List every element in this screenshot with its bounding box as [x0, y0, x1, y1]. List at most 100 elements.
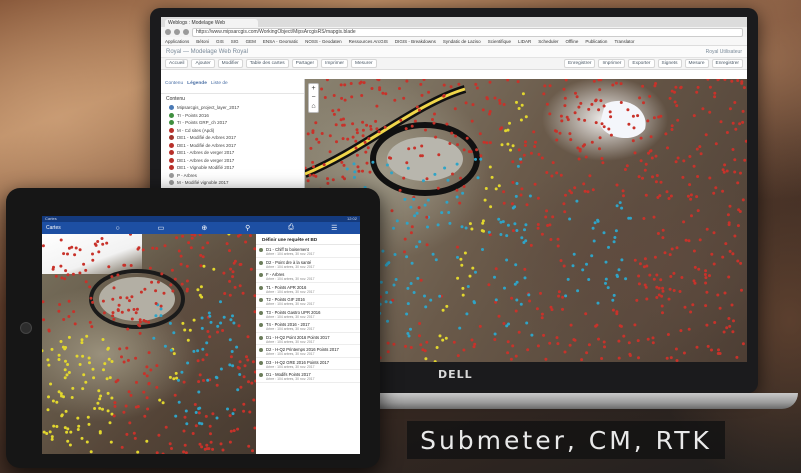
toolbar-button[interactable]: Accueil — [165, 59, 189, 68]
bookmark-item[interactable]: LIDAR — [518, 39, 531, 44]
tablet-nav-title[interactable]: Cartes — [46, 225, 96, 231]
tree-point — [617, 339, 621, 343]
tree-point — [493, 338, 497, 341]
bookmark-item[interactable]: Syndatic de Laziso — [443, 39, 481, 44]
toolbar-button[interactable]: Signets — [657, 59, 682, 68]
home-icon[interactable]: ⌂ — [309, 102, 318, 111]
toolbar-button[interactable]: Imprimer — [321, 59, 348, 68]
tree-point — [587, 278, 591, 281]
list-item[interactable]: D2 - Point dre à la santé Arbre : 104 arb… — [256, 258, 360, 270]
zoom-in-icon[interactable]: + — [309, 84, 318, 93]
layer-item[interactable]: Tr - Points GRP_ch 2017 — [161, 119, 304, 127]
reload-icon[interactable] — [183, 29, 189, 35]
bookmark-item[interactable]: Offline — [565, 39, 578, 44]
forward-icon[interactable] — [174, 29, 180, 35]
toolbar-button[interactable]: Mesurer — [351, 59, 377, 68]
toolbar-button[interactable]: Ajouter — [191, 59, 215, 68]
tree-point — [101, 338, 105, 341]
tree-point — [93, 242, 97, 246]
locate-icon[interactable]: ⊕ — [183, 224, 226, 232]
tree-point — [398, 188, 402, 192]
layer-item[interactable]: Mipsarcgis_project_layer_2017 — [161, 104, 304, 112]
bookmark-item[interactable]: GIS — [216, 39, 224, 44]
tree-point — [502, 103, 506, 106]
bookmark-item[interactable]: NOSS - Geodaten — [305, 39, 342, 44]
tree-point — [442, 94, 446, 97]
circle-icon[interactable]: ○ — [96, 225, 139, 232]
bookmark-item[interactable]: ENSA - Geomatic — [263, 39, 298, 44]
layer-item[interactable]: M - Cd sites (Apdi) — [161, 127, 304, 135]
bookmark-item[interactable]: Translator — [614, 39, 634, 44]
tree-point — [120, 445, 124, 449]
tree-point — [312, 173, 316, 177]
zoom-out-icon[interactable]: − — [309, 93, 318, 102]
bookmark-item[interactable]: DIGIS - Breakdowns — [395, 39, 436, 44]
tagline-banner: Submeter, CM, RTK — [407, 421, 725, 459]
menu-icon[interactable]: ☰ — [313, 224, 356, 232]
list-item[interactable]: D1 - H-Q2 Point 2016 Points 2017 Arbre : … — [256, 333, 360, 345]
list-item[interactable]: T4 - Points 2016 - 2017 Arbre : 104 arbre… — [256, 320, 360, 333]
bookmark-item[interactable]: Ressources ArcGIS — [349, 39, 388, 44]
tree-point — [425, 177, 429, 181]
toolbar-button[interactable]: Exporter — [628, 59, 655, 68]
layer-item[interactable]: M - Modifié vignoble 2017 — [161, 179, 304, 187]
toolbar-button[interactable]: Enregistrer — [711, 59, 743, 68]
search-icon[interactable]: ⚲ — [226, 224, 269, 232]
layer-label: Mipsarcgis_project_layer_2017 — [177, 105, 240, 111]
toolbar-button[interactable]: Mesure — [684, 59, 709, 68]
list-item[interactable]: D3 - H-Q2 GRE 2016 Points 2017 Arbre : 10… — [256, 358, 360, 370]
toolbar-button[interactable]: Imprimer — [598, 59, 626, 68]
browser-tab[interactable]: Weblogs : Modelage Web — [165, 19, 258, 27]
tree-point — [573, 186, 577, 190]
address-bar[interactable]: https://www.mipsarcgis.com/WorkingObject… — [192, 27, 743, 37]
laptop-brand-logo: DELL — [438, 368, 473, 381]
tree-point — [578, 149, 582, 153]
bookmark-item[interactable]: SIG — [231, 39, 239, 44]
bookmark-item[interactable]: Scheduler — [538, 39, 558, 44]
layer-item[interactable]: Tr - Points 2016 — [161, 112, 304, 120]
bookmark-item[interactable]: GEM — [246, 39, 256, 44]
layers-icon[interactable]: ▭ — [139, 224, 182, 232]
toolbar-button[interactable]: Partager — [291, 59, 319, 68]
bookmark-item[interactable]: Scientifique — [488, 39, 511, 44]
list-item[interactable]: T3 - Points Gastro UPR 2016 Arbre : 104 a… — [256, 308, 360, 320]
layer-item[interactable]: DE1 - Vignoble Modifié 2017 — [161, 164, 304, 172]
panel-tab[interactable]: Légende — [187, 81, 207, 91]
panel-tab[interactable]: Liste de — [211, 81, 228, 91]
tree-point — [405, 312, 409, 316]
zoom-control[interactable]: + − ⌂ — [308, 83, 319, 113]
tree-point — [529, 151, 533, 155]
print-icon[interactable]: ⎙ — [269, 224, 312, 232]
tree-point — [644, 193, 648, 197]
layer-symbol-icon — [259, 373, 263, 377]
tree-point — [708, 85, 712, 89]
list-item[interactable]: T1 - Points APR 2016 Arbre : 104 arbres, … — [256, 283, 360, 295]
layer-item[interactable]: DE1 - Arbres de verger 2017 — [161, 157, 304, 165]
bookmark-item[interactable]: Applications — [165, 39, 189, 44]
layer-item[interactable]: DE1 - Modifié de Arbres 2017 — [161, 142, 304, 150]
list-item[interactable]: D2 - H-Q2 Printemps 2016 Points 2017 Arbr… — [256, 345, 360, 358]
layer-item[interactable]: P - Arbres — [161, 172, 304, 180]
tree-point — [365, 123, 369, 127]
tree-point — [122, 410, 126, 414]
tree-point — [695, 90, 699, 94]
layer-item[interactable]: DE1 - Modifié de Arbres 2017 — [161, 134, 304, 142]
toolbar-button[interactable]: Modifier — [217, 59, 243, 68]
tree-point — [728, 249, 732, 253]
back-icon[interactable] — [165, 29, 171, 35]
bookmark-item[interactable]: Bétoni — [196, 39, 209, 44]
layer-item[interactable]: DE1 - Arbres de verger 2017 — [161, 149, 304, 157]
list-item[interactable]: D1 - Modifs Points 2017 Arbre : 104 arbre… — [256, 370, 360, 383]
panel-tab[interactable]: Contenu — [165, 81, 183, 91]
toolbar-button[interactable]: Enregistrer — [564, 59, 596, 68]
list-item[interactable]: D1 - Chiff to boisement Arbre : 104 arbre… — [256, 245, 360, 258]
list-item[interactable]: F - Arbres Arbre : 104 arbres, 30 nov. 20… — [256, 270, 360, 283]
tree-point — [740, 288, 743, 292]
app-user[interactable]: Royal Utilisateur — [706, 49, 742, 55]
toolbar-button[interactable]: Table des cartes — [245, 59, 289, 68]
tree-point — [164, 425, 168, 429]
bookmark-item[interactable]: Publication — [585, 39, 607, 44]
list-item[interactable]: T2 - Points GIF 2016 Arbre : 104 arbres, … — [256, 295, 360, 308]
tree-point — [332, 94, 336, 97]
tree-point — [238, 263, 242, 266]
